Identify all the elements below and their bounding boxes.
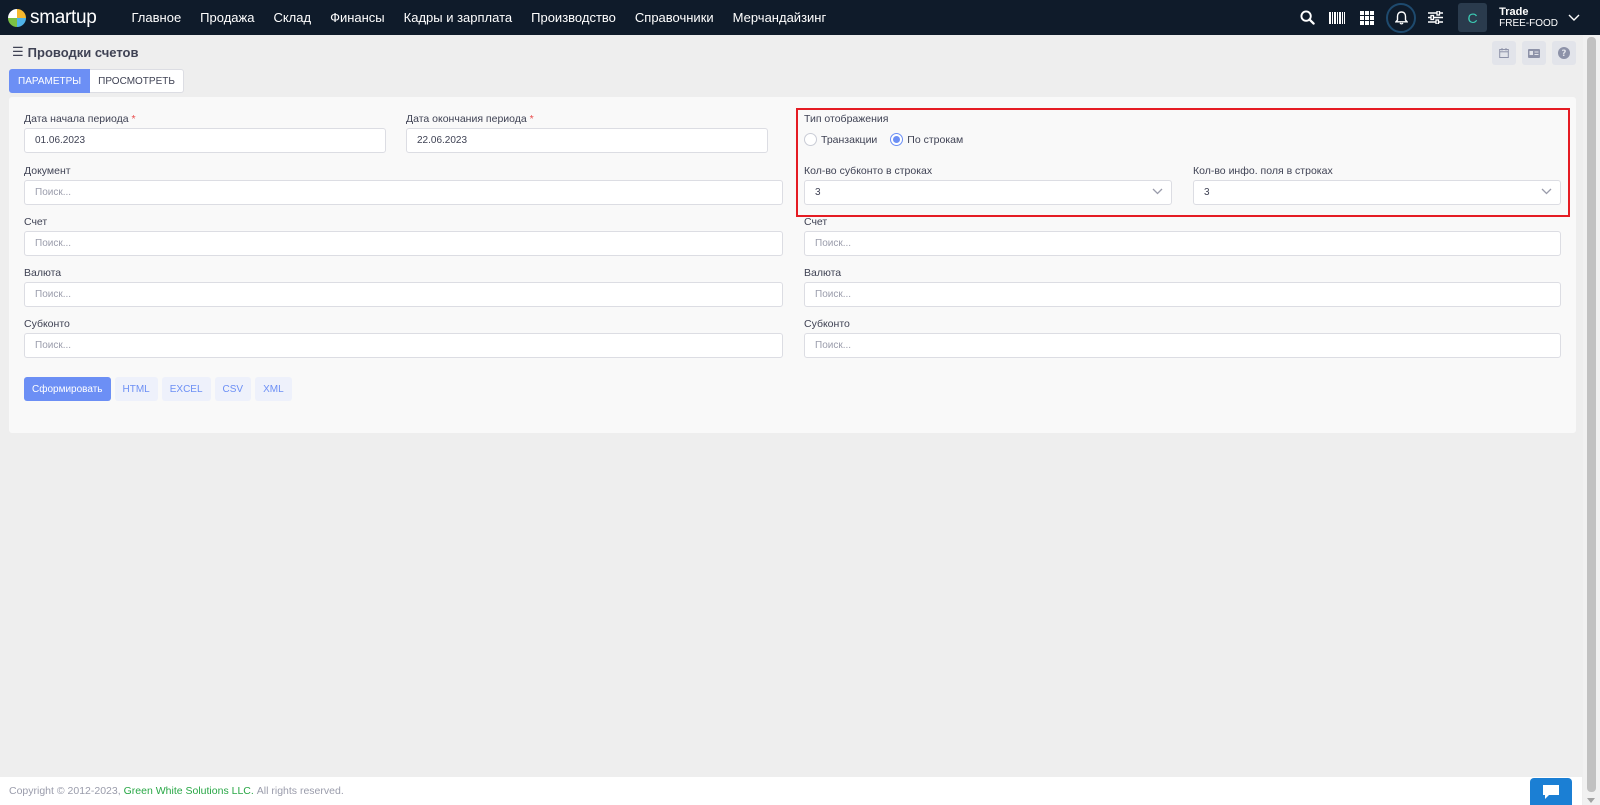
header-actions: ? [1492, 41, 1576, 65]
chevron-down-icon [1152, 188, 1163, 195]
display-type-radio-group: Транзакции По строкам [804, 133, 976, 146]
radio-transactions[interactable] [804, 133, 817, 146]
copyright-text: Copyright © 2012-2023, [9, 785, 121, 797]
start-date-input[interactable]: 01.06.2023 [24, 128, 386, 153]
currency-label-right: Валюта [804, 267, 842, 279]
page-title: Проводки счетов [27, 44, 139, 60]
scroll-down-arrow[interactable] [1587, 798, 1595, 803]
end-date-input[interactable]: 22.06.2023 [406, 128, 768, 153]
logo[interactable]: smartup [8, 7, 108, 29]
bell-icon [1394, 10, 1408, 25]
chevron-down-icon[interactable] [1562, 14, 1586, 22]
help-icon: ? [1558, 47, 1570, 59]
account-subtitle: FREE-FOOD [1499, 17, 1558, 29]
avatar[interactable]: C [1458, 3, 1488, 32]
xml-button[interactable]: XML [255, 377, 292, 401]
navbar-actions: C Trade FREE-FOOD [1292, 0, 1600, 35]
chevron-down-icon [1541, 188, 1552, 195]
parameters-card: Дата начала периода * 01.06.2023 Дата ок… [9, 97, 1576, 433]
info-count-label: Кол-во инфо. поля в строках [1193, 165, 1333, 177]
chat-icon [1543, 784, 1559, 799]
subconto-count-label: Кол-во субконто в строках [804, 165, 933, 177]
account-switcher[interactable]: Trade FREE-FOOD [1499, 6, 1558, 30]
info-count-select[interactable]: 3 [1193, 180, 1561, 205]
display-type-label: Тип отображения [804, 113, 889, 125]
tab-parameters[interactable]: ПАРАМЕТРЫ [9, 69, 91, 93]
logo-mark-icon [8, 8, 26, 27]
generate-button[interactable]: Сформировать [24, 377, 111, 401]
subconto-count-select[interactable]: 3 [804, 180, 1172, 205]
page-header: ☰ Проводки счетов [12, 44, 138, 60]
logo-text: smartup [30, 6, 97, 28]
tab-view[interactable]: ПРОСМОТРЕТЬ [90, 69, 184, 93]
currency-label-left: Валюта [24, 267, 62, 279]
account-search-input-left[interactable]: Поиск... [24, 231, 783, 256]
subconto-label-right: Субконто [804, 318, 850, 330]
chat-button[interactable] [1530, 778, 1572, 805]
svg-text:?: ? [1562, 49, 1567, 59]
main-menu: Главное Продажа Склад Финансы Кадры и за… [122, 0, 836, 35]
subconto-search-input-left[interactable]: Поиск... [24, 333, 783, 358]
calendar-button[interactable] [1492, 41, 1516, 65]
nav-item-hr-payroll[interactable]: Кадры и зарплата [394, 0, 521, 35]
csv-button[interactable]: CSV [214, 377, 252, 401]
id-card-button[interactable] [1522, 41, 1546, 65]
account-title: Trade [1499, 5, 1529, 18]
end-date-label: Дата окончания периода * [406, 113, 534, 125]
currency-search-input-left[interactable]: Поиск... [24, 282, 783, 307]
rights-text: All rights reserved. [256, 785, 344, 797]
html-button[interactable]: HTML [114, 377, 158, 401]
tabs: ПАРАМЕТРЫ ПРОСМОТРЕТЬ [9, 69, 184, 93]
info-count-value: 3 [1204, 187, 1210, 198]
radio-transactions-label[interactable]: Транзакции [821, 134, 877, 146]
account-search-input-right[interactable]: Поиск... [804, 231, 1561, 256]
start-date-label: Дата начала периода * [24, 113, 136, 125]
report-actions: Сформировать HTML EXCEL CSV XML [24, 377, 292, 401]
subconto-label-left: Субконто [24, 318, 70, 330]
nav-item-references[interactable]: Справочники [625, 0, 723, 35]
menu-icon[interactable]: ☰ [12, 44, 24, 60]
radio-by-rows[interactable] [890, 133, 904, 146]
help-button[interactable]: ? [1552, 41, 1576, 65]
excel-button[interactable]: EXCEL [161, 377, 211, 401]
radio-by-rows-label[interactable]: По строкам [907, 134, 963, 146]
nav-item-finance[interactable]: Финансы [321, 0, 395, 35]
calendar-icon [1499, 48, 1509, 58]
document-label: Документ [24, 165, 71, 177]
footer: Copyright © 2012-2023, Green White Solut… [0, 777, 1582, 805]
nav-item-merchandising[interactable]: Мерчандайзинг [723, 0, 836, 35]
account-label-left: Счет [24, 216, 48, 228]
id-card-icon [1528, 48, 1540, 58]
subconto-search-input-right[interactable]: Поиск... [804, 333, 1561, 358]
subconto-count-value: 3 [815, 187, 821, 198]
barcode-icon[interactable] [1322, 0, 1352, 35]
scrollbar[interactable] [1583, 35, 1600, 805]
nav-item-warehouse[interactable]: Склад [264, 0, 321, 35]
company-link[interactable]: Green White Solutions LLC. [124, 785, 254, 797]
search-icon[interactable] [1292, 0, 1322, 35]
nav-item-main[interactable]: Главное [122, 0, 191, 35]
document-search-input[interactable]: Поиск... [24, 180, 783, 205]
currency-search-input-right[interactable]: Поиск... [804, 282, 1561, 307]
sliders-icon[interactable] [1420, 0, 1450, 35]
notifications-button[interactable] [1386, 2, 1417, 33]
nav-item-production[interactable]: Производство [522, 0, 626, 35]
grid-icon[interactable] [1352, 0, 1382, 35]
scroll-thumb[interactable] [1587, 37, 1596, 792]
account-label-right: Счет [804, 216, 828, 228]
top-navbar: smartup Главное Продажа Склад Финансы Ка… [0, 0, 1600, 35]
nav-item-sales[interactable]: Продажа [191, 0, 264, 35]
